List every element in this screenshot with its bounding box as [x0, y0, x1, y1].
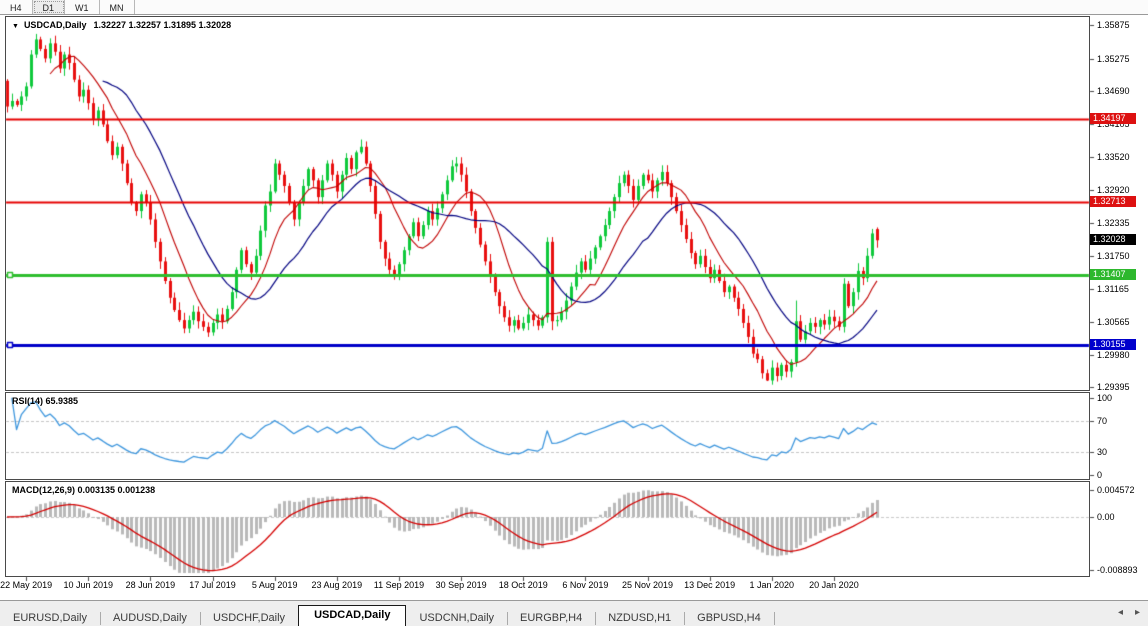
terminal-window: H4D1W1MN ▼ USDCAD,Daily 1.32227 1.32257 1.… — [0, 0, 1148, 626]
tab-separator — [774, 612, 775, 625]
price-tick-label: 1.33520 — [1097, 152, 1130, 162]
date-tick-label: 6 Nov 2019 — [562, 580, 608, 590]
date-tick-label: 28 Jun 2019 — [126, 580, 176, 590]
price-tick-label: 1.29980 — [1097, 350, 1130, 360]
dropdown-triangle-icon[interactable]: ▼ — [12, 23, 19, 30]
price-tick-label: 1.35875 — [1097, 20, 1130, 30]
chart-title: ▼ USDCAD,Daily 1.32227 1.32257 1.31895 1.3… — [12, 20, 231, 30]
date-tick-label: 30 Sep 2019 — [436, 580, 487, 590]
date-tick-label: 22 May 2019 — [0, 580, 52, 590]
date-tick-label: 1 Jan 2020 — [750, 580, 795, 590]
date-tick-label: 23 Aug 2019 — [312, 580, 363, 590]
rsi-tick-label: 0 — [1097, 470, 1102, 480]
price-tick-label: 1.31165 — [1097, 284, 1129, 294]
macd-tick-label: 0.00 — [1097, 512, 1115, 522]
timeframe-tab-h4[interactable]: H4 — [0, 0, 33, 14]
symbol-tab-nzdusd[interactable]: NZDUSD,H1 — [595, 610, 684, 626]
tab-scroll-nav: ◂ ▸ — [1118, 607, 1140, 618]
price-tick-label: 1.29395 — [1097, 382, 1130, 392]
price-badge: 1.31407 — [1090, 269, 1136, 280]
rsi-tick-label: 100 — [1097, 393, 1112, 403]
symbol-tab-usdchf[interactable]: USDCHF,Daily — [200, 610, 298, 626]
tab-scroll-left-icon[interactable]: ◂ — [1118, 607, 1123, 618]
timeframe-bar: H4D1W1MN — [0, 0, 1148, 15]
macd-indicator-label: MACD(12,26,9) 0.003135 0.001238 — [12, 485, 155, 495]
price-tick-label: 1.34690 — [1097, 86, 1130, 96]
date-tick-label: 11 Sep 2019 — [374, 580, 424, 590]
date-tick-label: 17 Jul 2019 — [189, 580, 236, 590]
price-badge: 1.32028 — [1090, 234, 1136, 245]
symbol-tab-gbpusd[interactable]: GBPUSD,H4 — [684, 610, 774, 626]
rsi-indicator-label: RSI(14) 65.9385 — [12, 396, 78, 406]
price-tick-label: 1.30565 — [1097, 317, 1130, 327]
price-tick-label: 1.32335 — [1097, 218, 1130, 228]
date-tick-label: 10 Jun 2019 — [63, 580, 113, 590]
price-tick-label: 1.35275 — [1097, 54, 1130, 64]
rsi-tick-label: 70 — [1097, 416, 1107, 426]
rsi-tick-label: 30 — [1097, 447, 1107, 457]
chart-symbol-period: USDCAD,Daily — [24, 20, 87, 30]
symbol-tab-usdcad[interactable]: USDCAD,Daily — [298, 605, 406, 626]
symbol-tab-eurusd[interactable]: EURUSD,Daily — [0, 610, 100, 626]
chart-canvas[interactable] — [0, 0, 1148, 626]
symbol-tab-bar: EURUSD,DailyAUDUSD,DailyUSDCHF,DailyUSDC… — [0, 600, 1148, 626]
timeframe-tab-d1[interactable]: D1 — [33, 0, 66, 14]
timeframe-tab-w1[interactable]: W1 — [65, 0, 100, 14]
price-badge: 1.30155 — [1090, 339, 1136, 350]
macd-tick-label: 0.004572 — [1097, 485, 1135, 495]
price-tick-label: 1.31750 — [1097, 251, 1130, 261]
date-tick-label: 20 Jan 2020 — [809, 580, 859, 590]
timeframe-tab-mn[interactable]: MN — [100, 0, 135, 14]
price-tick-label: 1.32920 — [1097, 185, 1130, 195]
macd-tick-label: -0.008893 — [1097, 565, 1138, 575]
price-badge: 1.34197 — [1090, 113, 1136, 124]
date-tick-label: 13 Dec 2019 — [684, 580, 735, 590]
chart-ohlc-values: 1.32227 1.32257 1.31895 1.32028 — [93, 20, 231, 30]
tab-scroll-right-icon[interactable]: ▸ — [1135, 607, 1140, 618]
symbol-tab-eurgbp[interactable]: EURGBP,H4 — [507, 610, 595, 626]
price-badge: 1.32713 — [1090, 196, 1136, 207]
date-tick-label: 18 Oct 2019 — [499, 580, 548, 590]
symbol-tab-audusd[interactable]: AUDUSD,Daily — [100, 610, 200, 626]
symbol-tab-usdcnh[interactable]: USDCNH,Daily — [406, 610, 507, 626]
date-tick-label: 5 Aug 2019 — [252, 580, 298, 590]
date-tick-label: 25 Nov 2019 — [622, 580, 673, 590]
